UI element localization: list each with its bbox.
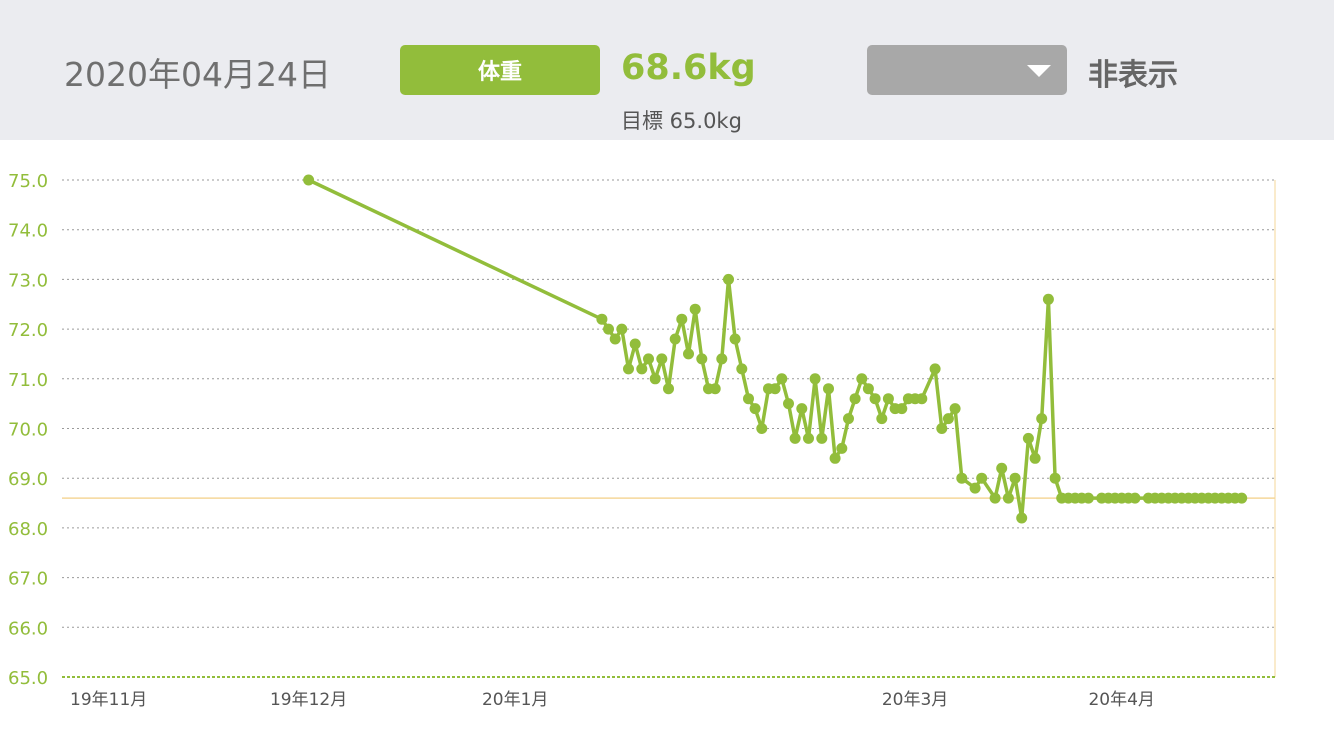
data-point: [1022, 432, 1034, 444]
data-point: [656, 353, 668, 365]
compare-metric-dropdown[interactable]: [867, 45, 1067, 95]
data-point: [689, 303, 701, 315]
data-point: [303, 174, 315, 186]
data-point: [629, 338, 641, 350]
data-point: [636, 363, 648, 375]
data-point: [882, 393, 894, 405]
data-point: [836, 442, 848, 454]
data-point: [1036, 413, 1048, 425]
data-point: [776, 373, 788, 385]
data-point: [683, 348, 694, 360]
data-point: [603, 323, 614, 335]
data-point: [1009, 472, 1021, 484]
y-tick-label: 75.0: [8, 171, 48, 192]
data-point: [616, 323, 628, 335]
data-point: [643, 353, 654, 365]
data-point: [969, 482, 981, 494]
data-point: [862, 383, 874, 395]
data-point: [789, 432, 801, 444]
data-point: [676, 313, 688, 325]
hide-toggle[interactable]: 非表示: [1088, 50, 1178, 94]
data-point: [769, 383, 781, 395]
data-point: [956, 472, 968, 484]
x-tick-label: 19年12月: [270, 690, 347, 710]
data-point: [803, 432, 814, 444]
data-point: [1049, 472, 1061, 484]
data-point: [729, 333, 741, 345]
header-bar: 2020年04月24日 体重 68.6kg 目標 65.0kg 非表示: [0, 0, 1334, 140]
x-tick-label: 20年4月: [1088, 690, 1154, 710]
data-point: [1029, 452, 1041, 464]
data-point: [936, 423, 948, 434]
data-point: [849, 393, 861, 405]
selected-date[interactable]: 2020年04月24日: [64, 48, 331, 96]
data-point: [942, 413, 954, 425]
data-point: [609, 333, 621, 345]
y-tick-label: 72.0: [8, 320, 48, 341]
data-point: [876, 413, 888, 425]
data-point: [916, 393, 928, 405]
y-tick-label: 70.0: [8, 420, 48, 441]
data-point: [996, 462, 1008, 474]
data-point: [1129, 492, 1141, 504]
data-point: [649, 373, 661, 385]
data-point: [669, 333, 681, 345]
metric-weight-button[interactable]: 体重: [400, 45, 600, 95]
y-tick-label: 67.0: [8, 569, 48, 590]
y-tick-label: 74.0: [8, 221, 48, 242]
data-point: [989, 492, 1001, 504]
data-point: [869, 393, 881, 405]
data-point: [949, 403, 961, 415]
data-point: [829, 452, 841, 464]
y-tick-label: 68.0: [8, 519, 48, 540]
data-point: [736, 363, 748, 375]
data-point: [716, 353, 728, 365]
chevron-down-icon: [1027, 65, 1051, 77]
data-point: [843, 413, 854, 425]
y-tick-label: 73.0: [8, 270, 48, 291]
data-point: [749, 403, 761, 415]
y-tick-label: 65.0: [8, 668, 48, 689]
data-point: [896, 403, 908, 415]
y-tick-label: 71.0: [8, 370, 48, 391]
data-point: [709, 383, 721, 395]
x-tick-label: 19年11月: [70, 690, 147, 710]
data-point: [663, 383, 674, 395]
target-weight-label: 目標 65.0kg: [621, 109, 742, 133]
data-point: [743, 393, 754, 405]
weight-series-line: [307, 178, 1242, 520]
data-point: [623, 363, 634, 375]
data-point: [823, 383, 834, 395]
data-point: [1002, 492, 1014, 504]
data-point: [809, 373, 821, 385]
data-point: [723, 273, 734, 285]
current-weight-value: 68.6kg: [621, 48, 756, 88]
x-tick-label: 20年3月: [882, 690, 948, 710]
data-point: [756, 423, 768, 434]
y-tick-label: 69.0: [8, 469, 48, 490]
data-point: [929, 363, 941, 375]
y-tick-label: 66.0: [8, 618, 48, 639]
data-point: [796, 403, 808, 415]
data-point: [976, 472, 988, 484]
weight-line-chart[interactable]: 75.0 74.0 73.0 72.0 71.0 70.0 69.0 68.0 67.0 66.0…: [0, 140, 1334, 750]
data-point: [696, 353, 708, 365]
x-tick-label: 20年1月: [482, 690, 548, 710]
data-point: [816, 432, 828, 444]
data-point: [856, 373, 868, 385]
data-point: [1236, 492, 1248, 504]
data-point: [1042, 293, 1054, 305]
data-point: [1082, 492, 1094, 504]
data-point: [783, 398, 794, 410]
data-point: [596, 313, 608, 325]
data-point: [1016, 512, 1028, 524]
